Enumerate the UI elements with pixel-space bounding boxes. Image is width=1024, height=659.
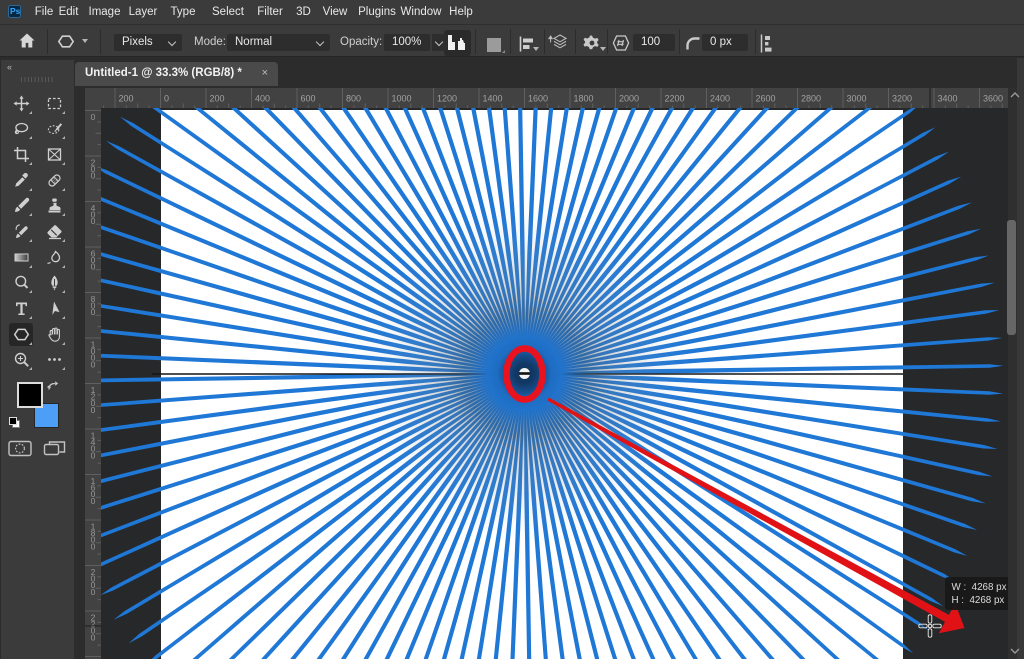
svg-text:0: 0	[91, 632, 96, 642]
svg-text:0: 0	[91, 496, 96, 506]
svg-text:0: 0	[91, 587, 96, 597]
svg-text:3400: 3400	[938, 94, 958, 104]
svg-text:0: 0	[91, 359, 96, 369]
svg-text:1400: 1400	[483, 94, 503, 104]
svg-text:400: 400	[255, 94, 270, 104]
svg-text:0: 0	[91, 307, 96, 317]
svg-text:2000: 2000	[619, 94, 639, 104]
svg-text:0: 0	[91, 112, 96, 122]
svg-text:1800: 1800	[574, 94, 594, 104]
svg-text:2400: 2400	[710, 94, 730, 104]
svg-text:0: 0	[91, 171, 96, 181]
svg-text:2800: 2800	[801, 94, 821, 104]
svg-text:600: 600	[301, 94, 316, 104]
svg-text:1200: 1200	[437, 94, 457, 104]
svg-text:800: 800	[346, 94, 361, 104]
svg-text:0: 0	[91, 216, 96, 226]
svg-text:2600: 2600	[756, 94, 776, 104]
svg-text:3000: 3000	[847, 94, 867, 104]
svg-text:0: 0	[91, 541, 96, 551]
svg-text:3600: 3600	[983, 94, 1003, 104]
svg-text:3200: 3200	[892, 94, 912, 104]
svg-text:0: 0	[91, 405, 96, 415]
svg-text:0: 0	[91, 262, 96, 272]
svg-text:200: 200	[210, 94, 225, 104]
svg-text:1000: 1000	[392, 94, 412, 104]
svg-text:2200: 2200	[665, 94, 685, 104]
svg-text:1600: 1600	[528, 94, 548, 104]
svg-text:0: 0	[91, 450, 96, 460]
svg-text:0: 0	[164, 94, 169, 104]
svg-text:200: 200	[119, 94, 134, 104]
